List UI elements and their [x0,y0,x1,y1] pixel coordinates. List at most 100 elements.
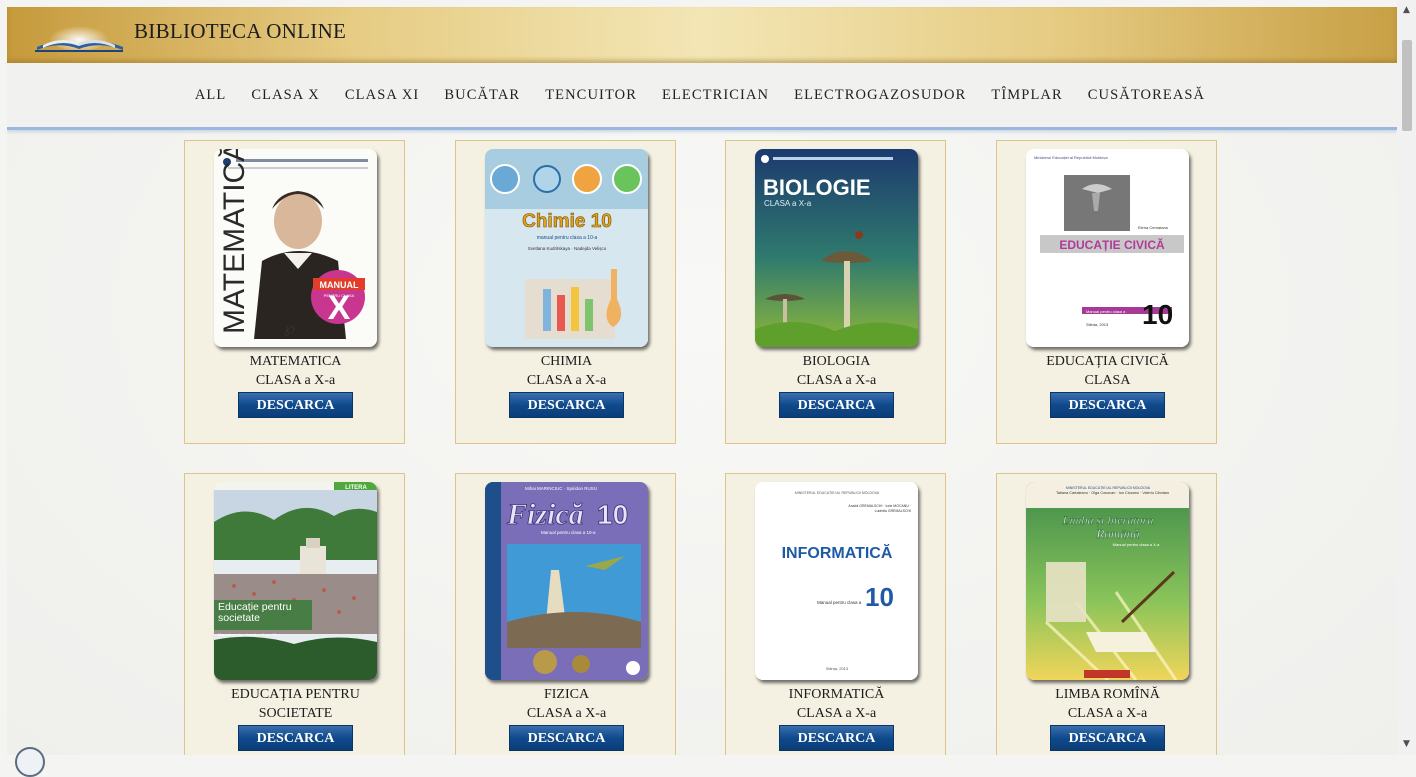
book-class: CLASA a X-a [796,706,877,721]
book-cover-image[interactable]: Mihai MARINCIUC · Spiridon RUSU Fizică 1… [485,482,648,680]
svg-text:Manual pentru clasa a: Manual pentru clasa a [817,600,862,605]
book-title: MATEMATICA [249,354,342,369]
book-class: CLASA a X-a [526,706,607,721]
book-cover-image[interactable]: BIOLOGIE CLASA a X-a [755,149,918,347]
book-cover-image[interactable]: Ministerul Educației al Republicii Moldo… [1026,149,1189,347]
svg-text:Chimie 10: Chimie 10 [522,211,612,232]
svg-text:Manual pentru clasa a 10-a: Manual pentru clasa a 10-a [541,530,596,535]
svg-text:PENTRU CLASA: PENTRU CLASA [324,293,355,298]
book-class: SOCIETATE [258,706,333,721]
nav-item-all[interactable]: ALL [182,87,239,104]
book-title: INFORMATICĂ [788,687,885,702]
svg-text:manual pentru clasa a 10-a: manual pentru clasa a 10-a [537,235,598,241]
scroll-down-arrow-icon[interactable]: ▼ [1397,736,1416,753]
book-card-biologia: BIOLOGIE CLASA a X-a BIOLOGIA CLASA a X-… [725,140,946,444]
svg-text:Manual pentru clasa a X-a: Manual pentru clasa a X-a [1113,542,1160,547]
nav-item-clasa-xi[interactable]: CLASA XI [332,87,431,104]
book-class: CLASA a X-a [255,373,336,388]
matematica-cover-art: MATEMATICĂ MANUAL X PENTRU CLASA ℘ [214,149,377,347]
download-button[interactable]: DESCARCA [1050,725,1165,751]
category-nav: ALL CLASA X CLASA XI BUCĂTAR TENCUITOR ELECTR… [7,63,1397,130]
fizica-cover-art: Mihai MARINCIUC · Spiridon RUSU Fizică 1… [485,482,648,680]
site-title[interactable]: BIBLIOTECA ONLINE [134,19,346,44]
book-cover-image[interactable]: Chimie 10 manual pentru clasa a 10-a Sve… [485,149,648,347]
scroll-up-arrow-icon[interactable]: ▲ [1397,2,1416,19]
nav-item-bucătar[interactable]: BUCĂTAR [432,87,533,104]
svg-text:Manual pentru clasa a: Manual pentru clasa a [1086,309,1126,314]
download-button[interactable]: DESCARCA [238,392,353,418]
svg-text:Mihai MARINCIUC · Spiridon RUS: Mihai MARINCIUC · Spiridon RUSU [525,486,597,491]
svg-text:10: 10 [1142,299,1173,330]
download-button[interactable]: DESCARCA [509,725,624,751]
nav-item-electrogazosudor[interactable]: ELECTROGAZOSUDOR [782,87,979,104]
svg-text:Știința, 2013: Știința, 2013 [826,666,849,671]
book-card-limba-romina: MINISTERUL EDUCAȚIEI AL REPUBLICII MOLDO… [996,473,1217,755]
biologia-cover-art: BIOLOGIE CLASA a X-a [755,149,918,347]
book-card-educatia-civica: Ministerul Educației al Republicii Moldo… [996,140,1217,444]
educatia-pentru-societate-cover-art: LITERA Educație pentru societate Manual … [214,482,377,680]
book-caption: FIZICA CLASA a X-a [456,685,677,723]
book-caption: MATEMATICA CLASA a X-a [185,352,406,390]
svg-text:MINISTERUL EDUCAȚIEI AL REPUBL: MINISTERUL EDUCAȚIEI AL REPUBLICII MOLDO… [795,491,880,495]
book-caption: CHIMIA CLASA a X-a [456,352,677,390]
svg-text:CLASA a X-a: CLASA a X-a [764,199,812,208]
book-card-informatica: MINISTERUL EDUCAȚIEI AL REPUBLICII MOLDO… [725,473,946,755]
svg-text:Fizică: Fizică [506,498,584,531]
book-cover-image[interactable]: MINISTERUL EDUCAȚIEI AL REPUBLICII MOLDO… [1026,482,1189,680]
book-title: FIZICA [543,687,590,702]
book-class: CLASA a X-a [526,373,607,388]
limba-romina-cover-art: MINISTERUL EDUCAȚIEI AL REPUBLICII MOLDO… [1026,482,1189,680]
nav-item-tîmplar[interactable]: TÎMPLAR [979,87,1075,104]
book-title: CHIMIA [540,354,593,369]
vertical-scrollbar[interactable]: ▲ ▼ [1397,0,1416,755]
nav-item-clasa-x[interactable]: CLASA X [239,87,333,104]
svg-text:℘: ℘ [284,320,295,337]
download-button[interactable]: DESCARCA [779,725,894,751]
download-button[interactable]: DESCARCA [1050,392,1165,418]
svg-text:Svetlana Kudritskaya · Nadejda: Svetlana Kudritskaya · Nadejda Velișco [528,246,607,251]
svg-text:10: 10 [865,582,894,612]
svg-text:Manual pentru clasele a X-a a: Manual pentru clasele a X-a a XI-a [218,632,280,637]
book-class: CLASA a X-a [796,373,877,388]
book-cover-image[interactable]: LITERA Educație pentru societate Manual … [214,482,377,680]
svg-text:Ministerul Educației al Republ: Ministerul Educației al Republicii Moldo… [1034,155,1108,160]
download-button[interactable]: DESCARCA [779,392,894,418]
scrollbar-thumb[interactable] [1402,40,1412,131]
informatica-cover-art: MINISTERUL EDUCAȚIEI AL REPUBLICII MOLDO… [755,482,918,680]
book-title: BIOLOGIA [802,354,871,369]
svg-text:Știința, 2013: Știința, 2013 [1086,322,1109,327]
book-card-fizica: Mihai MARINCIUC · Spiridon RUSU Fizică 1… [455,473,676,755]
site-header: BIBLIOTECA ONLINE [7,7,1397,63]
book-caption: INFORMATICĂ CLASA a X-a [726,685,947,723]
nav-item-cusătoreasă[interactable]: CUSĂTOREASĂ [1075,87,1217,104]
svg-text:Elena Cernatanu: Elena Cernatanu [1138,225,1168,230]
chimia-cover-art: Chimie 10 manual pentru clasa a 10-a Sve… [485,149,648,347]
svg-text:Limba și literatura: Limba și literatura [1062,513,1154,527]
nav-item-electrician[interactable]: ELECTRICIAN [649,87,781,104]
book-caption: LIMBA ROMÎNĂ CLASA a X-a [997,685,1218,723]
book-title: LIMBA ROMÎNĂ [1055,687,1160,702]
book-title: EDUCAȚIA PENTRU [231,687,360,702]
svg-text:INFORMATICĂ: INFORMATICĂ [782,543,893,562]
svg-text:Română: Română [1095,526,1140,541]
book-card-educatia-pentru-societate: LITERA Educație pentru societate Manual … [184,473,405,755]
book-card-chimia: Chimie 10 manual pentru clasa a 10-a Sve… [455,140,676,444]
svg-text:BIOLOGIE: BIOLOGIE [763,175,871,200]
page: BIBLIOTECA ONLINE ALL CLASA X CLASA XI BUCĂ… [7,7,1397,755]
download-button[interactable]: DESCARCA [238,725,353,751]
nav-item-tencuitor[interactable]: TENCUITOR [533,87,650,104]
book-caption: EDUCAȚIA PENTRU SOCIETATE [185,685,406,723]
download-button[interactable]: DESCARCA [509,392,624,418]
book-caption: EDUCAȚIA CIVICĂ CLASA [997,352,1218,390]
book-class: CLASA a X-a [1067,706,1148,721]
svg-text:10: 10 [597,499,628,530]
book-title: EDUCAȚIA CIVICĂ [1046,354,1169,369]
educatia-civica-cover-art: Ministerul Educației al Republicii Moldo… [1026,149,1189,347]
svg-text:MATEMATICĂ: MATEMATICĂ [218,149,251,334]
book-cover-image[interactable]: MINISTERUL EDUCAȚIEI AL REPUBLICII MOLDO… [755,482,918,680]
open-book-icon [35,23,123,52]
book-card-matematica: MATEMATICĂ MANUAL X PENTRU CLASA ℘ MATEM… [184,140,405,444]
book-cover-image[interactable]: MATEMATICĂ MANUAL X PENTRU CLASA ℘ [214,149,377,347]
chat-widget-icon[interactable] [15,747,45,777]
book-caption: BIOLOGIA CLASA a X-a [726,352,947,390]
